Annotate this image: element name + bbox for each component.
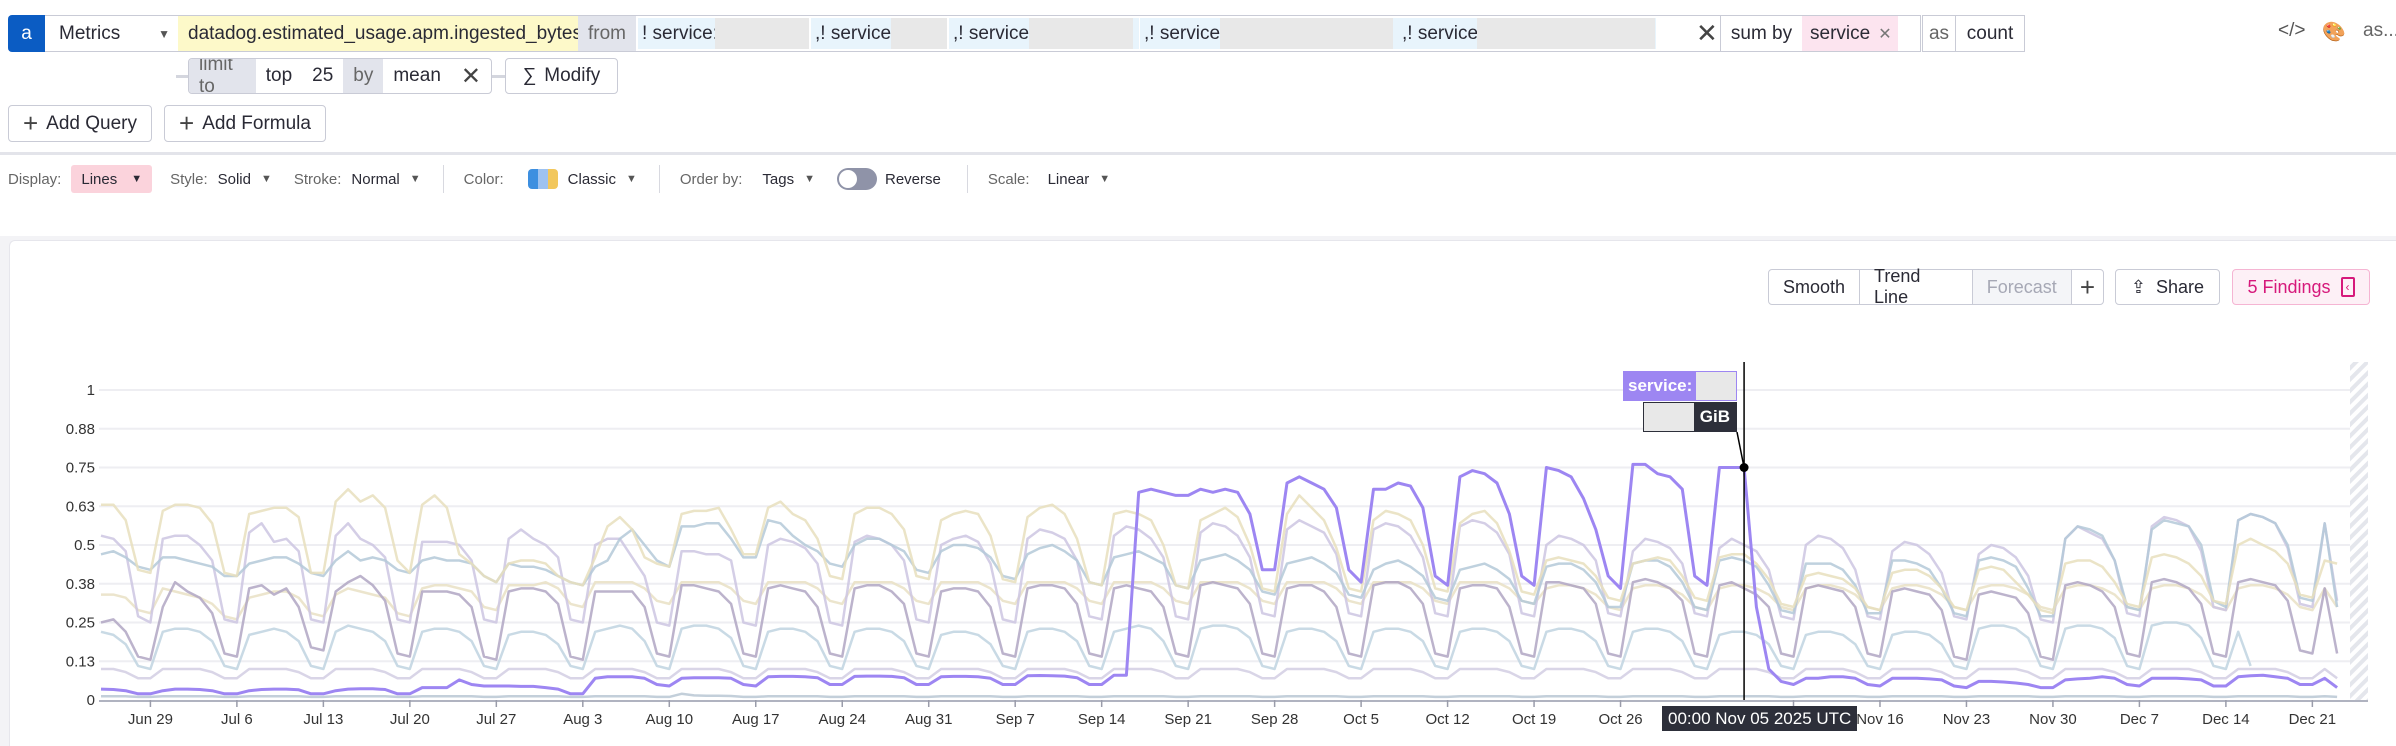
redacted-value bbox=[1696, 372, 1736, 400]
y-tick-label: 0.63 bbox=[66, 498, 95, 515]
hover-point bbox=[1739, 463, 1749, 472]
y-tick-label: 0.75 bbox=[66, 460, 95, 477]
hover-tooltip-tag: service: bbox=[1623, 371, 1737, 401]
tooltip-tag-label: service: bbox=[1624, 372, 1697, 400]
x-tick-label: Nov 30 bbox=[2029, 711, 2077, 728]
x-tick-label: Oct 5 bbox=[1343, 711, 1379, 728]
y-tick-label: 0 bbox=[87, 692, 95, 709]
x-tick-label: Jul 6 bbox=[221, 711, 253, 728]
timeseries-chart[interactable]: 0 0.13 0.25 0.38 0.5 0.63 0.75 0.88 1 Jun 29 Jul 6… bbox=[0, 0, 2396, 746]
y-tick-label: 0.88 bbox=[66, 421, 95, 438]
x-tick-label: Oct 19 bbox=[1512, 711, 1556, 728]
x-tick-label: Aug 24 bbox=[818, 711, 866, 728]
x-tick-label: Jul 20 bbox=[390, 711, 430, 728]
series-line bbox=[100, 512, 2339, 618]
y-tick-label: 0.13 bbox=[66, 653, 95, 670]
y-tick-label: 1 bbox=[87, 382, 95, 399]
x-tick-label: Jul 13 bbox=[303, 711, 343, 728]
series-line bbox=[100, 574, 2339, 661]
hover-timestamp: 00:00 Nov 05 2025 UTC bbox=[1662, 706, 1858, 731]
series-line bbox=[101, 667, 2338, 680]
x-tick-label: Nov 16 bbox=[1856, 711, 1904, 728]
x-tick-label: Dec 21 bbox=[2289, 711, 2337, 728]
future-hatch-region bbox=[2350, 362, 2368, 700]
tooltip-pointer bbox=[1736, 431, 1745, 468]
tooltip-unit: GiB bbox=[1693, 403, 1736, 431]
x-tick-label: Sep 14 bbox=[1078, 711, 1126, 728]
redacted-value bbox=[1644, 403, 1694, 431]
x-tick-label: Sep 28 bbox=[1251, 711, 1299, 728]
x-tick-label: Aug 3 bbox=[563, 711, 602, 728]
series-line bbox=[101, 580, 2339, 621]
x-tick-label: Dec 7 bbox=[2120, 711, 2159, 728]
x-tick-label: Nov 23 bbox=[1943, 711, 1991, 728]
x-tick-label: Oct 12 bbox=[1425, 711, 1469, 728]
series-line bbox=[101, 692, 2338, 699]
x-tick-label: Aug 31 bbox=[905, 711, 953, 728]
hover-tooltip-value: GiB bbox=[1643, 402, 1737, 432]
y-tick-label: 0.5 bbox=[74, 537, 95, 554]
x-tick-label: Jul 27 bbox=[476, 711, 516, 728]
x-tick-label: Oct 26 bbox=[1598, 711, 1642, 728]
x-tick-label: Aug 17 bbox=[732, 711, 780, 728]
y-tick-label: 0.38 bbox=[66, 576, 95, 593]
x-tick-label: Sep 21 bbox=[1164, 711, 1212, 728]
x-tick-label: Aug 10 bbox=[646, 711, 694, 728]
x-tick-label: Jun 29 bbox=[128, 711, 173, 728]
x-tick-label: Sep 7 bbox=[996, 711, 1035, 728]
x-tick-label: Dec 14 bbox=[2202, 711, 2250, 728]
y-tick-label: 0.25 bbox=[66, 615, 95, 632]
